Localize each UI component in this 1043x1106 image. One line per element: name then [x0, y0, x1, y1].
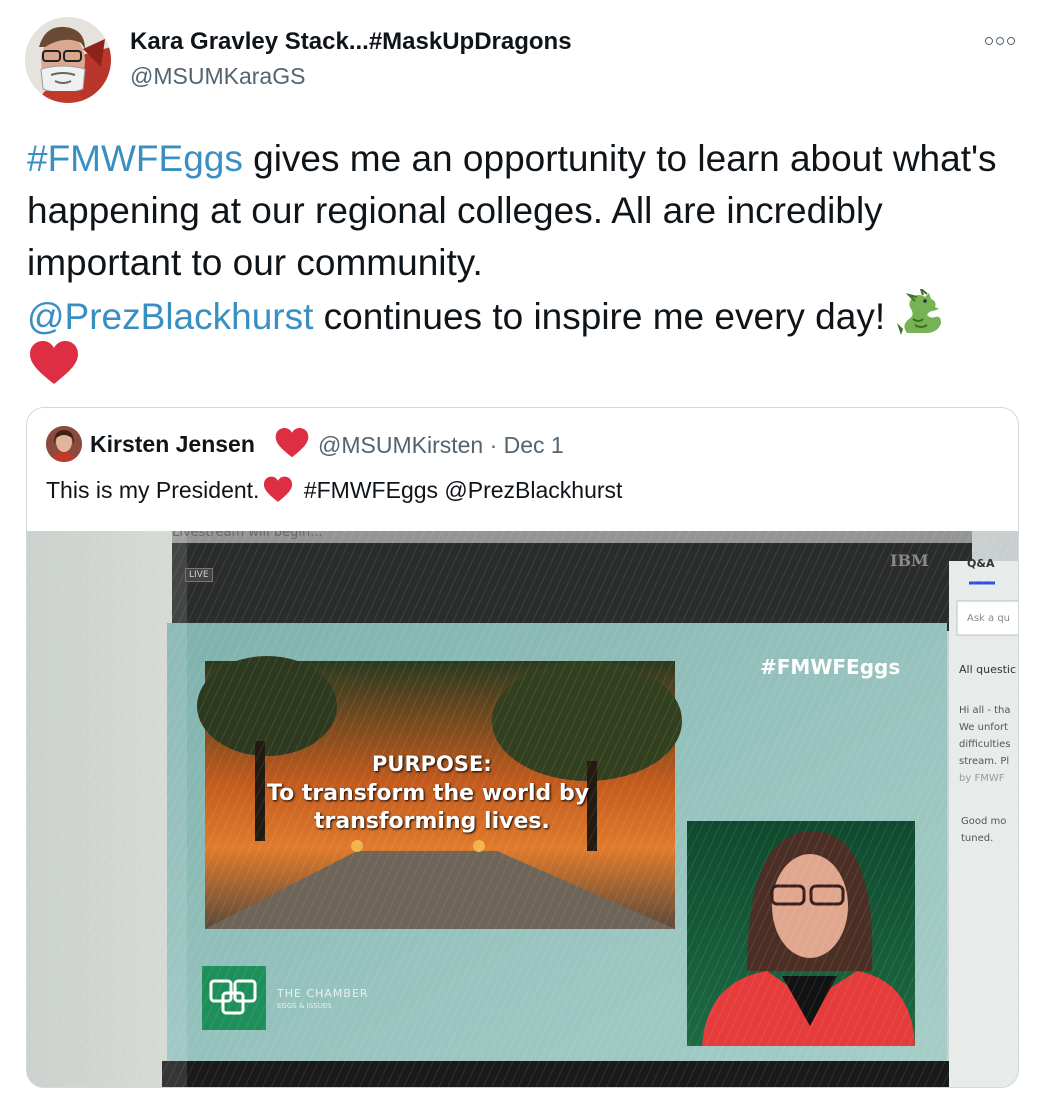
quoted-handle-date[interactable]: @MSUMKirsten · Dec 1	[318, 432, 564, 459]
qa-tab[interactable]: Q&A	[967, 557, 994, 570]
tweet-photo[interactable]: Livestream will begin... LIVE IBM Q&A As…	[27, 531, 1018, 1087]
quoted-author-name[interactable]: Kirsten Jensen	[90, 431, 255, 458]
heart-emoji-icon	[30, 341, 78, 384]
quoted-author-avatar[interactable]	[46, 426, 82, 462]
quoted-text-part-1: This is my President.	[46, 477, 260, 503]
slide-hashtag: #FMWFEggs	[760, 655, 901, 679]
side-message-line: stream. Pl	[959, 756, 1010, 767]
dragon-emoji-icon	[897, 289, 942, 335]
quoted-text-part-2: #FMWFEggs @PrezBlackhurst	[297, 477, 623, 503]
ibm-logo: IBM	[890, 551, 929, 570]
side-message-line: by FMWF	[959, 773, 1005, 784]
dot-icon	[1007, 37, 1015, 45]
side-message-line: Hi all - tha	[959, 705, 1011, 716]
live-badge: LIVE	[185, 568, 213, 582]
quoted-tweet[interactable]: Kirsten Jensen @MSUMKirsten · Dec 1 This…	[26, 407, 1019, 1088]
ask-question-input[interactable]: Ask a qu	[967, 613, 1010, 624]
chamber-subtitle: EGGS & ISSUES	[277, 1002, 332, 1010]
author-avatar[interactable]	[25, 17, 111, 103]
tweet-text-part-2: continues to inspire me every day!	[313, 296, 896, 337]
side-message-line: We unfort	[959, 722, 1008, 733]
side-message-line: difficulties	[959, 739, 1011, 750]
purpose-line-1: To transform the world by	[267, 781, 590, 806]
dot-icon	[996, 37, 1004, 45]
quoted-avatar-image	[46, 426, 82, 462]
livestream-top-text: Livestream will begin...	[172, 531, 323, 540]
side-message-line: tuned.	[961, 833, 994, 844]
dot-icon	[985, 37, 993, 45]
mention-link[interactable]: @PrezBlackhurst	[27, 296, 313, 337]
purpose-title: PURPOSE:	[372, 752, 492, 776]
tweet-text: #FMWFEggs gives me an opportunity to lea…	[27, 133, 1017, 343]
heart-emoji-icon	[275, 428, 309, 458]
heart-emoji-icon	[264, 476, 293, 502]
all-questions-label: All questic	[959, 663, 1017, 676]
more-options-button[interactable]	[985, 30, 1025, 52]
side-message-line: Good mo	[961, 816, 1007, 827]
hashtag-link[interactable]: #FMWFEggs	[27, 138, 243, 179]
quoted-text: This is my President. #FMWFEggs @PrezBla…	[46, 476, 622, 504]
author-name[interactable]: Kara Gravley Stack...#MaskUpDragons	[130, 28, 572, 56]
author-handle[interactable]: @MSUMKaraGS	[130, 63, 305, 90]
purpose-line-2: transforming lives.	[314, 809, 550, 834]
chamber-name: THE CHAMBER	[277, 987, 369, 1000]
tweet: Kara Gravley Stack...#MaskUpDragons @MSU…	[0, 0, 1043, 1106]
avatar-image	[25, 17, 111, 103]
